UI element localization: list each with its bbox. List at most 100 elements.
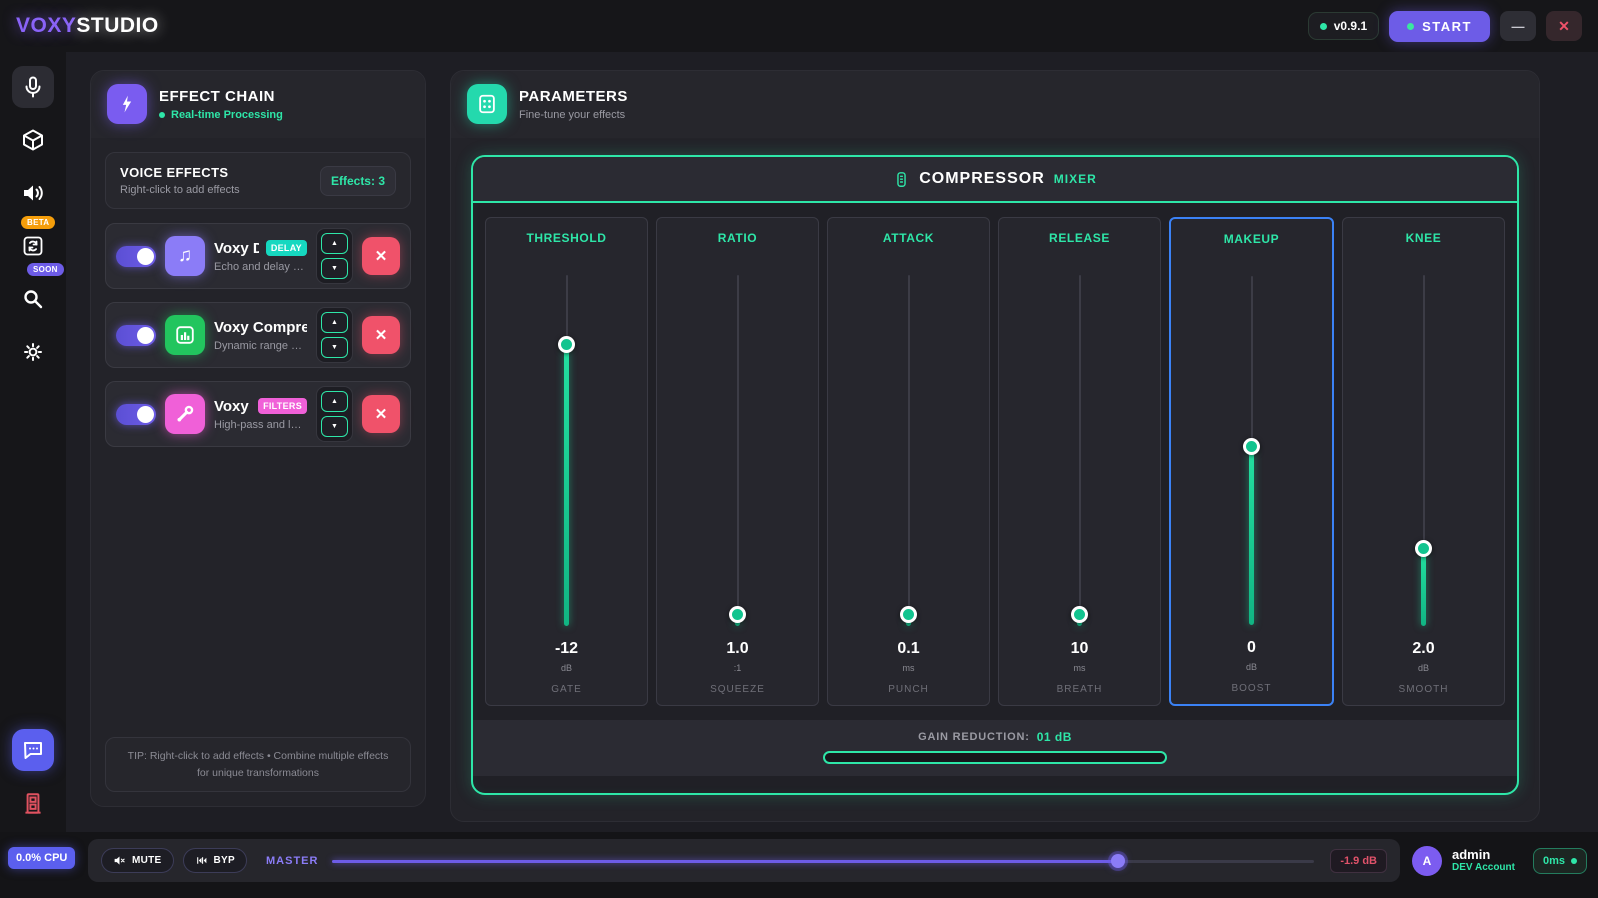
slider-track-area[interactable] [486,275,647,626]
package-icon [21,128,45,152]
param-unit: dB [1246,662,1257,672]
slider-fill [1421,549,1426,626]
parameters-header: PARAMETERS Fine-tune your effects [451,71,1539,138]
search-icon [21,287,45,311]
effect-name: Voxy Filter [214,398,251,415]
effect-chain-panel: EFFECT CHAIN Real-time Processing VOICE … [90,70,426,807]
param-threshold: THRESHOLD -12 dB GATE [485,217,648,706]
microphone-icon [21,75,45,99]
slider-knob[interactable] [1415,540,1432,557]
param-value: 2.0 [1412,640,1434,658]
start-status-dot-icon [1407,23,1414,30]
level-value: -1.9 dB [1330,849,1387,873]
master-slider[interactable] [332,853,1314,869]
slider-track-area[interactable] [1343,275,1504,626]
effect-toggle[interactable] [116,404,156,425]
latency-badge: 0ms [1533,848,1587,874]
sidebar-item-audio[interactable] [12,172,54,214]
param-ratio: RATIO 1.0 :1 SQUEEZE [656,217,819,706]
slider-track-area[interactable] [1171,276,1332,625]
remove-effect-button[interactable]: ✕ [362,316,400,354]
sidebar-item-settings[interactable] [12,331,54,373]
control-pad-icon [467,84,507,124]
tab-mixer[interactable]: MIXER [1054,172,1097,186]
effect-chain-header: EFFECT CHAIN Real-time Processing [91,71,425,138]
mute-speaker-icon [113,854,126,867]
sidebar-item-microphone[interactable] [12,66,54,108]
sliders-row: THRESHOLD -12 dB GATE RATIO [473,203,1517,720]
effect-toggle[interactable] [116,246,156,267]
music-note-icon: ♫ [165,236,205,276]
slider-knob[interactable] [1071,606,1088,623]
sidebar-item-package[interactable] [12,119,54,161]
reorder-controls: ▲ ▼ [316,386,353,442]
param-sublabel: SMOOTH [1399,684,1449,695]
move-up-button[interactable]: ▲ [321,233,348,254]
param-sublabel: PUNCH [888,684,929,695]
lightning-icon [107,84,147,124]
param-sublabel: GATE [551,684,581,695]
bypass-button[interactable]: BYP [183,848,247,873]
param-value: 0 [1247,639,1256,657]
mixer-icon [893,171,910,188]
tab-compressor[interactable]: COMPRESSOR [919,170,1045,188]
wrench-icon [165,394,205,434]
user-role: DEV Account [1452,862,1515,874]
slider-knob[interactable] [558,336,575,353]
minimize-button[interactable]: — [1500,11,1536,41]
soon-badge: SOON [27,263,64,276]
remove-effect-button[interactable]: ✕ [362,395,400,433]
effect-card-filter[interactable]: Voxy Filter FILTERS High-pass and low-p.… [105,381,411,447]
latency-dot-icon [1571,858,1577,864]
remove-effect-button[interactable]: ✕ [362,237,400,275]
slider-track-area[interactable] [999,275,1160,626]
slider-knob[interactable] [900,606,917,623]
module-tabbar: COMPRESSOR MIXER [473,157,1517,203]
mute-button[interactable]: MUTE [101,848,174,873]
user-name: admin [1452,847,1515,863]
gain-reduction-section: GAIN REDUCTION: 01 dB [473,720,1517,776]
slider-knob[interactable] [729,606,746,623]
sync-icon [21,234,45,258]
move-up-button[interactable]: ▲ [321,312,348,333]
tip-text: TIP: Right-click to add effects • Combin… [105,737,411,792]
effect-description: Echo and delay effects [214,261,307,273]
reorder-controls: ▲ ▼ [316,228,353,284]
slider-knob[interactable] [1243,438,1260,455]
close-button[interactable]: ✕ [1546,11,1582,41]
slider-track[interactable] [908,275,910,626]
parameters-subtitle: Fine-tune your effects [519,109,628,121]
master-label: MASTER [266,855,318,867]
param-value: 10 [1071,640,1089,658]
slider-track[interactable] [737,275,739,626]
voice-effects-box: VOICE EFFECTS Right-click to add effects… [105,152,411,209]
exit-button[interactable] [20,791,46,820]
sidebar-item-search[interactable] [12,278,54,320]
move-down-button[interactable]: ▼ [321,258,348,279]
move-down-button[interactable]: ▼ [321,416,348,437]
slider-track[interactable] [1079,275,1081,626]
start-button[interactable]: START [1389,11,1490,42]
chat-button[interactable] [12,729,54,771]
effect-card-compressor[interactable]: Voxy Compressor Dynamic range com... ▲ ▼… [105,302,411,368]
slider-track-area[interactable] [828,275,989,626]
version-badge: v0.9.1 [1308,12,1379,40]
effect-toggle[interactable] [116,325,156,346]
effect-type-badge: FILTERS [258,398,307,414]
bypass-icon [195,854,208,867]
param-makeup: MAKEUP 0 dB BOOST [1169,217,1334,706]
param-release: RELEASE 10 ms BREATH [998,217,1161,706]
titlebar: VOXYSTUDIO v0.9.1 START — ✕ [0,0,1598,52]
sidebar-item-sync[interactable]: BETA SOON [12,225,54,267]
cpu-badge: 0.0% CPU [8,847,75,869]
master-knob[interactable] [1111,854,1125,868]
param-attack: ATTACK 0.1 ms PUNCH [827,217,990,706]
speaker-icon [21,181,45,205]
param-sublabel: SQUEEZE [710,684,765,695]
move-down-button[interactable]: ▼ [321,337,348,358]
status-dot-icon [159,112,165,118]
effect-description: Dynamic range com... [214,340,307,352]
effect-card-delay[interactable]: ♫ Voxy Delay DELAY Echo and delay effect… [105,223,411,289]
move-up-button[interactable]: ▲ [321,391,348,412]
slider-track-area[interactable] [657,275,818,626]
